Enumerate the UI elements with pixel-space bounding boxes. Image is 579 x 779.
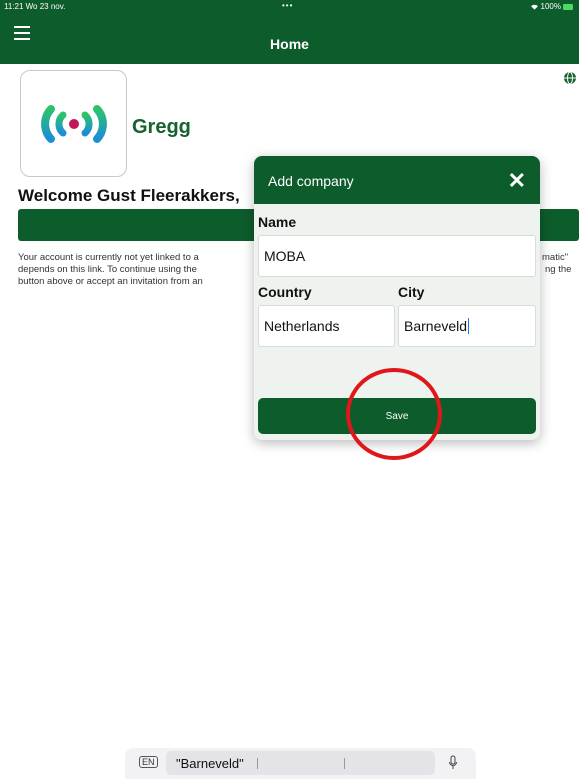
suggestion-divider	[257, 758, 258, 769]
suggestion-strip[interactable]: "Barneveld"	[166, 751, 435, 775]
language-key[interactable]: EN	[139, 756, 158, 768]
globe-icon[interactable]	[563, 71, 577, 85]
battery-percent: 100%	[540, 2, 561, 11]
company-name: Gregg	[132, 116, 191, 138]
status-right: 100%	[530, 2, 573, 11]
notice-line1-end: matic"	[542, 252, 569, 263]
dialog-header: Add company ✕	[254, 156, 540, 204]
suggestion-word[interactable]: "Barneveld"	[176, 756, 244, 771]
country-field[interactable]: Netherlands	[258, 305, 395, 347]
highlight-circle	[346, 368, 442, 460]
city-field[interactable]: Barneveld	[398, 305, 536, 347]
battery-icon	[563, 3, 573, 10]
country-value: Netherlands	[264, 318, 340, 334]
close-icon[interactable]: ✕	[508, 168, 526, 194]
page-title: Home	[270, 36, 309, 52]
keyboard-suggestion-bar: EN "Barneveld"	[125, 748, 476, 779]
multitask-dots[interactable]: •••	[282, 1, 293, 10]
suggestion-divider	[344, 758, 345, 769]
name-value: MOBA	[264, 248, 306, 264]
notice-line1-start: Your account is currently not yet linked…	[18, 252, 199, 263]
city-label: City	[398, 284, 425, 300]
country-label: Country	[258, 284, 312, 300]
top-navbar: Home	[0, 14, 579, 64]
text-cursor	[468, 318, 470, 334]
notice-line2-start: depends on this link. To continue using …	[18, 264, 197, 275]
notice-line3-start: button above or accept an invitation fro…	[18, 276, 203, 287]
microphone-icon[interactable]	[448, 755, 458, 771]
city-value: Barneveld	[404, 318, 468, 334]
wifi-icon	[530, 4, 538, 10]
notice-line2-end: ng the	[545, 264, 572, 275]
welcome-heading: Welcome Gust Fleerakkers,	[18, 186, 240, 205]
signal-logo-icon	[41, 105, 107, 143]
company-logo	[20, 70, 127, 177]
name-field[interactable]: MOBA	[258, 235, 536, 277]
status-bar: 11:21 Wo 23 nov. ••• 100%	[0, 0, 579, 14]
name-label: Name	[258, 214, 297, 230]
dialog-title: Add company	[268, 173, 354, 189]
status-time: 11:21 Wo 23 nov.	[4, 2, 66, 11]
